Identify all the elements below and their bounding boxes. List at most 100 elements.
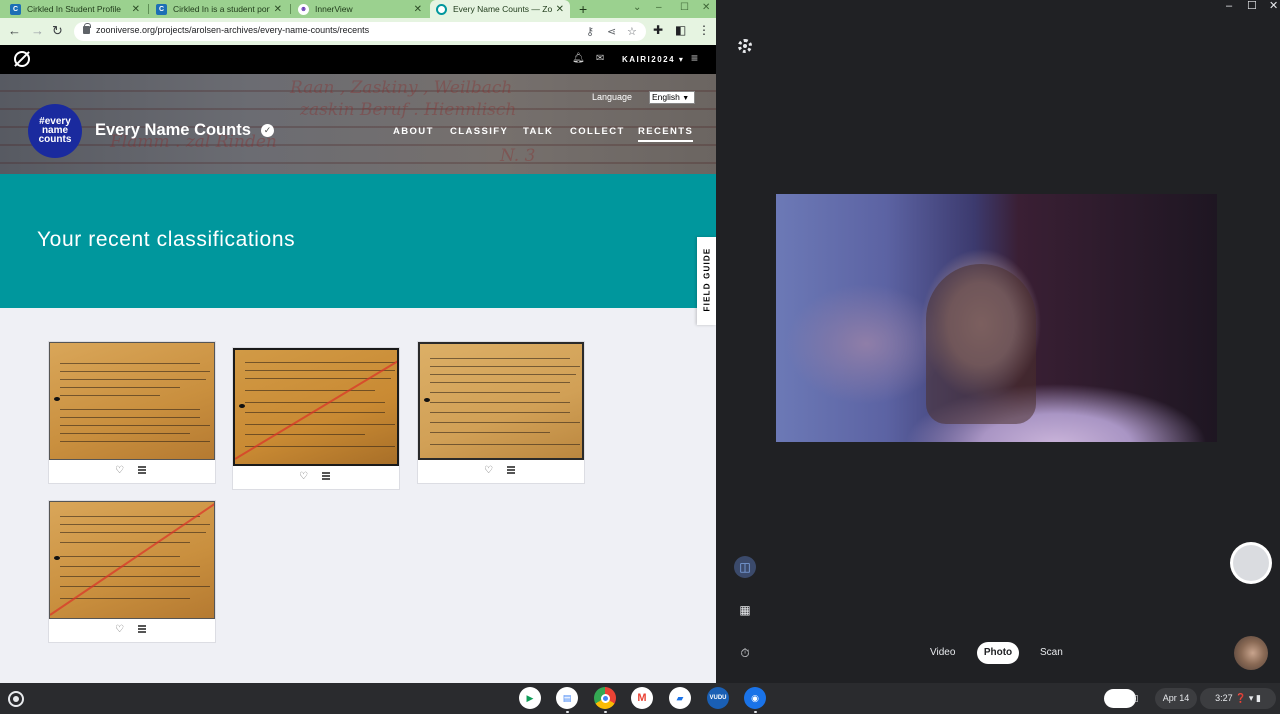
mail-icon[interactable]: ✉ (596, 53, 604, 64)
forward-button[interactable]: → (31, 23, 44, 39)
nav-collect[interactable]: COLLECT (570, 126, 625, 137)
status-tray[interactable]: 3:27 ❓ ▾ ▮ (1200, 688, 1276, 709)
wifi-icon: ▾ (1248, 693, 1254, 703)
favorite-heart-icon[interactable]: ♡ (299, 471, 308, 482)
files-icon[interactable]: ▰ (669, 687, 691, 709)
recent-classification-card[interactable]: ♡ (48, 500, 216, 643)
close-tab-icon[interactable]: ✕ (556, 4, 564, 15)
maximize-icon[interactable]: ☐ (1247, 0, 1257, 12)
phone-hub-icon[interactable]: ▯ (1127, 688, 1145, 709)
key-icon[interactable]: ⚷ (586, 25, 594, 38)
chrome-icon[interactable] (594, 687, 616, 709)
timer-icon[interactable]: ⏱ (734, 642, 756, 664)
docs-icon[interactable]: ▤ (556, 687, 578, 709)
minimize-icon[interactable]: – (656, 0, 662, 16)
camera-app-window: – ☐ ✕ ◫ ▦ ⏱ Video Photo Scan (716, 0, 1280, 683)
chevron-down-icon[interactable]: ⌄ (633, 0, 641, 16)
zooniverse-logo-icon[interactable] (14, 51, 30, 67)
field-guide-tab[interactable]: FIELD GUIDE (697, 237, 716, 325)
maximize-icon[interactable]: ☐ (680, 0, 689, 16)
tab-every-name-counts[interactable]: Every Name Counts — Zoon ✕ (430, 0, 570, 18)
browser-toolbar: ← → ↻ zooniverse.org/projects/arolsen-ar… (0, 18, 716, 45)
side-panel-icon[interactable]: ◧ (675, 23, 686, 37)
project-avatar[interactable]: #every name counts (28, 104, 82, 158)
browser-window: C Cirkled In Student Profile ✕ C Cirkled… (0, 0, 716, 683)
card-actions: ♡ (418, 460, 584, 484)
user-menu[interactable]: KAIRI2024 ▾ (622, 55, 684, 64)
favorite-heart-icon[interactable]: ♡ (484, 465, 493, 476)
mode-video[interactable]: Video (930, 642, 955, 664)
tab-innerview[interactable]: ☻ InnerView ✕ (292, 0, 428, 18)
favorite-heart-icon[interactable]: ♡ (115, 624, 124, 635)
bell-icon[interactable]: 🔔︎ (572, 53, 585, 64)
recent-classification-card[interactable]: ♡ (232, 347, 400, 490)
star-icon[interactable]: ☆ (627, 25, 637, 38)
camera-icon[interactable]: ◉ (744, 687, 766, 709)
mode-photo[interactable]: Photo (977, 642, 1019, 664)
reload-button[interactable]: ↻ (52, 23, 63, 39)
launcher-icon[interactable] (8, 691, 24, 707)
close-window-icon[interactable]: ✕ (702, 0, 710, 16)
mode-scan[interactable]: Scan (1040, 642, 1063, 664)
new-tab-button[interactable]: + (579, 0, 587, 18)
subject-thumbnail[interactable] (49, 501, 215, 619)
tab-cirkled-profile[interactable]: C Cirkled In Student Profile ✕ (4, 0, 146, 18)
screen: C Cirkled In Student Profile ✕ C Cirkled… (0, 0, 1280, 714)
tab-cirkled-portfolio[interactable]: C Cirkled In is a student portf ✕ (150, 0, 288, 18)
recent-classification-card[interactable]: ♡ (417, 341, 585, 484)
gallery-thumbnail[interactable] (1234, 636, 1268, 670)
close-tab-icon[interactable]: ✕ (132, 4, 140, 15)
card-actions: ♡ (49, 619, 215, 643)
card-actions: ♡ (233, 466, 399, 490)
grid-icon[interactable]: ▦ (734, 599, 756, 621)
chevron-down-icon: ▾ (678, 55, 685, 64)
close-window-icon[interactable]: ✕ (1269, 0, 1278, 12)
address-bar[interactable]: zooniverse.org/projects/arolsen-archives… (74, 22, 646, 41)
lock-icon (83, 23, 91, 34)
subject-thumbnail[interactable] (49, 342, 215, 460)
add-to-collection-icon[interactable] (322, 472, 330, 480)
card-actions: ♡ (49, 460, 215, 484)
favorite-heart-icon[interactable]: ♡ (115, 465, 124, 476)
chevron-down-icon: ▼ (682, 95, 690, 102)
close-tab-icon[interactable]: ✕ (414, 4, 422, 15)
add-to-collection-icon[interactable] (507, 466, 515, 474)
camera-preview (776, 194, 1217, 442)
project-title[interactable]: Every Name Counts (95, 121, 251, 140)
cirkled-in-icon: C (156, 3, 167, 15)
back-button[interactable]: ← (8, 23, 21, 39)
play-store-icon[interactable]: ▶ (519, 687, 541, 709)
project-header: Raan , Zaskiny , Weilbach zaskin Beruf .… (0, 74, 716, 174)
more-menu-icon[interactable]: ⋮ (698, 23, 710, 37)
shutter-button[interactable] (1230, 542, 1272, 584)
gmail-icon[interactable]: M (631, 687, 653, 709)
add-to-collection-icon[interactable] (138, 466, 146, 474)
subject-thumbnail[interactable] (418, 342, 584, 460)
cirkled-in-icon: C (10, 3, 21, 15)
date-tray[interactable]: Apr 14 (1155, 688, 1197, 709)
share-icon[interactable]: ⋖ (607, 25, 616, 38)
subject-thumbnail[interactable] (233, 348, 399, 466)
page-title: Your recent classifications (37, 228, 296, 251)
vudu-icon[interactable]: VUDU (707, 687, 729, 709)
zooniverse-icon (436, 3, 447, 15)
nav-recents[interactable]: RECENTS (638, 126, 694, 142)
nav-about[interactable]: ABOUT (393, 126, 434, 137)
hamburger-menu-icon[interactable]: ≡ (691, 51, 698, 65)
zooniverse-topbar: 🔔︎ ✉ KAIRI2024 ▾ ≡ (0, 45, 716, 74)
innerview-icon: ☻ (298, 3, 309, 15)
recents-banner: Your recent classifications (0, 174, 716, 308)
recent-classification-card[interactable]: ♡ (48, 341, 216, 484)
tab-strip: C Cirkled In Student Profile ✕ C Cirkled… (0, 0, 716, 18)
close-tab-icon[interactable]: ✕ (274, 4, 282, 15)
mirror-toggle-icon[interactable]: ◫ (734, 556, 756, 578)
language-select[interactable]: English ▼ (649, 91, 695, 104)
settings-gear-icon[interactable] (738, 39, 752, 53)
extensions-icon[interactable]: ✚ (653, 23, 663, 37)
os-shelf: ▶ ▤ M ▰ VUDU ◉ ▯ Apr 14 3:27 ❓ ▾ ▮ (0, 683, 1280, 714)
help-icon: ❓ (1235, 693, 1247, 703)
minimize-icon[interactable]: – (1226, 0, 1232, 12)
nav-talk[interactable]: TALK (523, 126, 553, 137)
nav-classify[interactable]: CLASSIFY (450, 126, 508, 137)
add-to-collection-icon[interactable] (138, 625, 146, 633)
